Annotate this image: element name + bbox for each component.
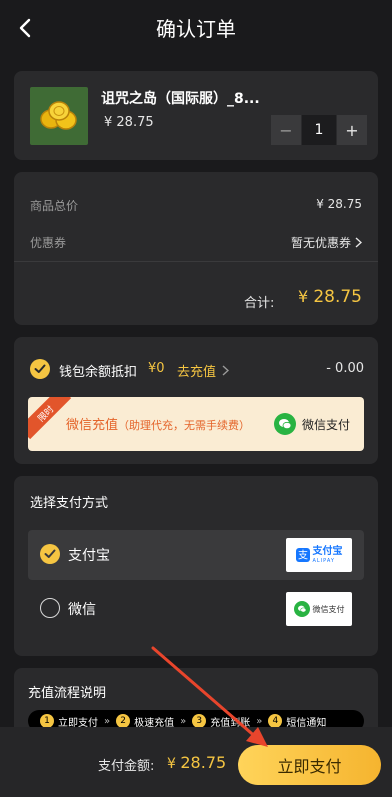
unselected-radio	[40, 598, 60, 618]
payment-option-wechat[interactable]: 微信 微信支付	[28, 584, 364, 634]
increase-quantity-button[interactable]: +	[337, 115, 367, 145]
alipay-logo-cn: 支付宝	[312, 545, 343, 557]
pay-amount: 28.75	[180, 753, 227, 772]
goods-total-value: ¥ 28.75	[316, 197, 362, 211]
order-summary-card: 商品总价 ¥ 28.75 优惠券 暂无优惠券 合计: ¥ 28.75	[14, 172, 378, 325]
subtotal-value: ¥ 28.75	[298, 287, 362, 307]
product-thumbnail[interactable]	[30, 87, 88, 145]
recharge-link[interactable]: 去充值	[177, 361, 230, 380]
payment-method-card: 选择支付方式 支付宝 支 支付宝 ALIPAY 微信 微信支付	[14, 476, 378, 656]
pay-amount-value: ¥ 28.75	[167, 753, 226, 772]
checkout-bar: 支付金额: ¥ 28.75 立即支付	[0, 727, 392, 797]
pay-now-button[interactable]: 立即支付	[238, 745, 381, 785]
quantity-value[interactable]: 1	[302, 115, 336, 145]
divider	[14, 261, 378, 262]
product-name: 诅咒之岛（国际服）_8...	[101, 91, 260, 107]
decrease-quantity-button[interactable]: −	[271, 115, 301, 145]
subtotal-amount: 28.75	[313, 287, 362, 307]
step-number: 1	[40, 714, 54, 728]
quantity-stepper: − 1 +	[271, 115, 367, 145]
coupon-value: 暂无优惠券	[290, 236, 351, 250]
wallet-deduction-value: - 0.00	[326, 361, 364, 376]
page-title: 确认订单	[156, 17, 236, 41]
payment-option-label: 微信	[68, 602, 96, 618]
banner-subtitle: （助理代充，无需手续费）	[118, 419, 251, 432]
wallet-balance: ¥0	[148, 361, 165, 376]
banner-wechat-pay: 微信支付	[273, 413, 350, 435]
coupon-selector[interactable]: 暂无优惠券	[291, 234, 362, 251]
alipay-icon: 支	[295, 548, 310, 562]
alipay-logo-en: ALIPAY	[312, 557, 335, 564]
banner-title: 微信充值	[66, 418, 119, 433]
step-number: 2	[116, 714, 131, 728]
wechat-icon	[293, 601, 310, 617]
payment-option-alipay[interactable]: 支付宝 支 支付宝 ALIPAY	[28, 530, 364, 580]
svg-text:支: 支	[298, 550, 308, 562]
banner-pay-label: 微信支付	[301, 417, 350, 432]
pay-amount-label: 支付金额:	[98, 759, 155, 774]
wallet-card: 钱包余额抵扣 ¥0 去充值 - 0.00 限时 微信充值（助理代充，无需手续费）…	[14, 337, 378, 464]
wechat-logo-text: 微信支付	[312, 604, 345, 614]
payment-method-title: 选择支付方式	[30, 496, 109, 511]
double-chevron-icon: »	[104, 715, 111, 727]
alipay-logo-text: 支付宝 ALIPAY	[312, 545, 343, 564]
banner-text: 微信充值（助理代充，无需手续费）	[66, 414, 250, 433]
double-chevron-icon: »	[256, 715, 263, 727]
wechat-pay-logo: 微信支付	[286, 592, 352, 626]
wechat-pay-icon	[273, 413, 296, 435]
chevron-right-icon	[355, 237, 362, 248]
chevron-right-icon	[222, 365, 230, 376]
selected-check-icon	[40, 544, 60, 564]
flow-title: 充值流程说明	[28, 686, 107, 701]
subtotal-currency: ¥	[298, 287, 309, 306]
subtotal-label: 合计:	[244, 296, 275, 311]
wallet-deduct-label: 钱包余额抵扣	[59, 365, 138, 380]
goods-total-label: 商品总价	[30, 199, 79, 213]
gold-coins-icon	[40, 101, 77, 130]
recharge-link-label: 去充值	[177, 365, 217, 380]
limited-time-badge-label: 限时	[36, 404, 56, 424]
product-price: ¥ 28.75	[104, 115, 154, 130]
coupon-label: 优惠券	[30, 236, 67, 250]
product-card: 诅咒之岛（国际服）_8... ¥ 28.75 − 1 +	[14, 71, 378, 160]
alipay-logo: 支 支付宝 ALIPAY	[286, 538, 352, 572]
step-number: 3	[192, 714, 207, 728]
check-icon	[34, 364, 46, 373]
pay-currency: ¥	[167, 756, 176, 772]
double-chevron-icon: »	[180, 715, 187, 727]
wallet-checkbox[interactable]	[30, 359, 50, 379]
top-bar: 确认订单	[0, 0, 392, 56]
wechat-recharge-banner[interactable]: 限时 微信充值（助理代充，无需手续费） 微信支付	[28, 397, 364, 451]
limited-time-badge: 限时	[28, 397, 72, 440]
payment-option-label: 支付宝	[68, 548, 110, 564]
step-number: 4	[268, 714, 283, 728]
